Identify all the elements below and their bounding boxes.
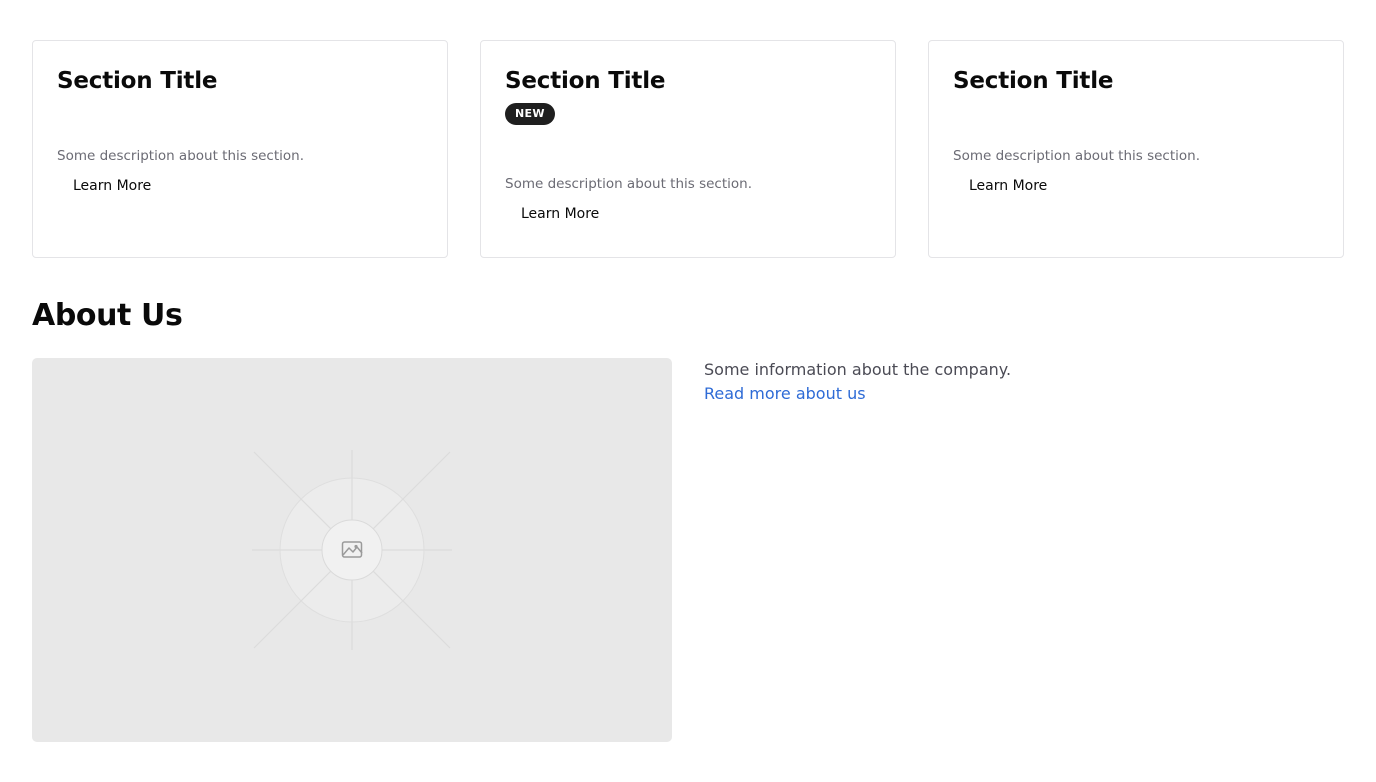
section-card-3: Section Title Some description about thi… [928, 40, 1344, 258]
card-title: Section Title [57, 68, 218, 94]
card-title: Section Title [505, 68, 666, 94]
learn-more-button[interactable]: Learn More [521, 204, 752, 224]
card-body: Some description about this section. Lea… [505, 174, 752, 224]
read-more-link[interactable]: Read more about us [704, 382, 1304, 406]
card-body: Some description about this section. Lea… [953, 146, 1200, 196]
card-description: Some description about this section. [505, 176, 753, 192]
card-description: Some description about this section. [953, 148, 1201, 164]
section-card-1: Section Title Some description about thi… [32, 40, 448, 258]
about-us-heading: About Us [32, 298, 183, 333]
learn-more-button[interactable]: Learn More [969, 176, 1200, 196]
image-placeholder-graphic [252, 450, 452, 650]
new-badge: NEW [505, 103, 555, 125]
about-text-block: Some information about the company. Read… [704, 358, 1304, 406]
card-body: Some description about this section. Lea… [57, 146, 304, 196]
about-image-placeholder [32, 358, 672, 742]
card-title: Section Title [953, 68, 1114, 94]
about-description: Some information about the company. [704, 360, 1012, 379]
card-description: Some description about this section. [57, 148, 305, 164]
section-card-2: Section Title NEW Some description about… [480, 40, 896, 258]
cards-row: Section Title Some description about thi… [32, 40, 1344, 258]
learn-more-button[interactable]: Learn More [73, 176, 304, 196]
